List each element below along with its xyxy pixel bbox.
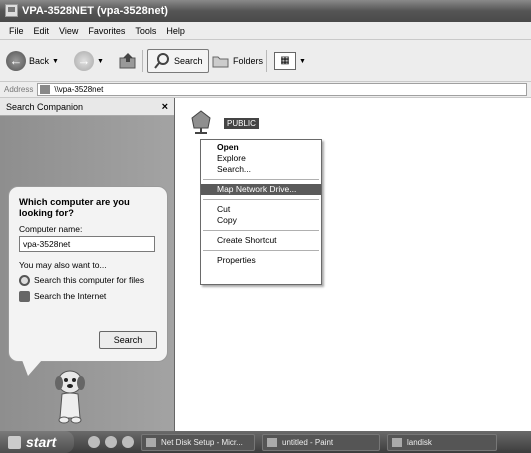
task-paint[interactable]: untitled - Paint (262, 433, 380, 451)
search-internet-label: Search the Internet (34, 291, 107, 301)
menu-help[interactable]: Help (161, 26, 190, 36)
window-icon (5, 4, 18, 17)
app-window-icon (146, 437, 156, 447)
network-share-icon[interactable] (188, 108, 214, 134)
address-field[interactable]: \\vpa-3528net (37, 83, 527, 96)
chevron-down-icon: ▼ (299, 57, 306, 65)
views-button[interactable]: ▦ ▼ (274, 48, 306, 74)
menu-item-cut[interactable]: Cut (201, 204, 321, 215)
magnifier-icon (19, 275, 30, 286)
network-computer-icon (40, 85, 51, 94)
views-icon: ▦ (274, 52, 296, 70)
up-folder-icon (119, 53, 136, 69)
bubble-tail (22, 360, 42, 376)
menu-edit[interactable]: Edit (29, 26, 55, 36)
search-internet-option[interactable]: Search the Internet (19, 291, 157, 302)
context-menu: Open Explore Search... Map Network Drive… (200, 139, 322, 285)
windows-logo-icon (8, 435, 21, 449)
window-title: VPA-3528NET (vpa-3528net) (22, 5, 168, 17)
search-computer-option[interactable]: Search this computer for files (19, 275, 157, 286)
menu-file[interactable]: File (4, 26, 29, 36)
forward-arrow-icon: → (74, 51, 94, 71)
also-label: You may also want to... (19, 260, 107, 270)
search-icon (154, 53, 169, 69)
quick-launch-desktop-icon[interactable] (88, 436, 100, 448)
menu-item-open[interactable]: Open (201, 142, 321, 153)
menu-item-copy[interactable]: Copy (201, 215, 321, 226)
menu-bar: File Edit View Favorites Tools Help (0, 22, 531, 40)
menu-divider (203, 250, 319, 251)
menu-view[interactable]: View (54, 26, 83, 36)
quick-launch-browser-icon[interactable] (105, 436, 117, 448)
menu-tools[interactable]: Tools (130, 26, 161, 36)
back-arrow-icon: ← (6, 51, 26, 71)
up-folder-button[interactable] (118, 48, 138, 74)
toolbar-separator (142, 50, 143, 72)
menu-item-map-network-drive[interactable]: Map Network Drive... (201, 184, 321, 195)
internet-icon (19, 291, 30, 302)
quick-launch (88, 436, 134, 448)
quick-launch-media-icon[interactable] (122, 436, 134, 448)
toolbar-separator (266, 50, 267, 72)
search-button[interactable]: Search (147, 49, 209, 73)
menu-divider (203, 230, 319, 231)
search-question: Which computer are you looking for? (19, 197, 130, 219)
forward-button[interactable]: → ▼ (74, 48, 104, 74)
address-label: Address (4, 85, 34, 94)
menu-item-create-shortcut[interactable]: Create Shortcut (201, 235, 321, 246)
menu-divider (203, 199, 319, 200)
paint-icon (267, 437, 277, 447)
title-bar: VPA-3528NET (vpa-3528net) (0, 0, 531, 22)
address-value: \\vpa-3528net (54, 85, 104, 94)
taskbar: start Net Disk Setup - Micr... untitled … (0, 431, 531, 453)
folder-icon (392, 437, 402, 447)
back-button[interactable]: ← Back ▼ (6, 48, 59, 74)
search-computer-label: Search this computer for files (34, 275, 145, 285)
task-landisk[interactable]: landisk (387, 433, 497, 451)
menu-item-properties[interactable]: Properties (201, 255, 321, 266)
search-companion-panel: Search Companion × Which computer are yo… (0, 98, 175, 431)
menu-item-explore[interactable]: Explore (201, 153, 321, 164)
computer-name-input[interactable] (19, 236, 155, 252)
menu-favorites[interactable]: Favorites (83, 26, 130, 36)
folders-icon (212, 56, 229, 68)
share-label[interactable]: PUBLIC (224, 118, 259, 129)
search-dog-icon (55, 370, 85, 424)
chevron-down-icon: ▼ (52, 57, 59, 65)
menu-item-search[interactable]: Search... (201, 164, 321, 175)
computer-name-label: Computer name: (19, 224, 83, 234)
folders-button[interactable]: Folders (212, 48, 263, 74)
search-companion-title: Search Companion (6, 101, 84, 112)
menu-divider (203, 179, 319, 180)
start-button[interactable]: start (0, 431, 74, 453)
task-net-disk-setup[interactable]: Net Disk Setup - Micr... (141, 433, 255, 451)
toolbar: ← Back ▼ → ▼ Search Folders ▦ ▼ (0, 40, 531, 82)
search-companion-header: Search Companion × (0, 98, 174, 116)
address-bar: Address \\vpa-3528net (0, 82, 531, 98)
close-icon[interactable]: × (162, 101, 168, 113)
search-submit-button[interactable]: Search (99, 331, 157, 349)
chevron-down-icon: ▼ (97, 57, 104, 65)
search-bubble: Which computer are you looking for? Comp… (8, 186, 168, 362)
